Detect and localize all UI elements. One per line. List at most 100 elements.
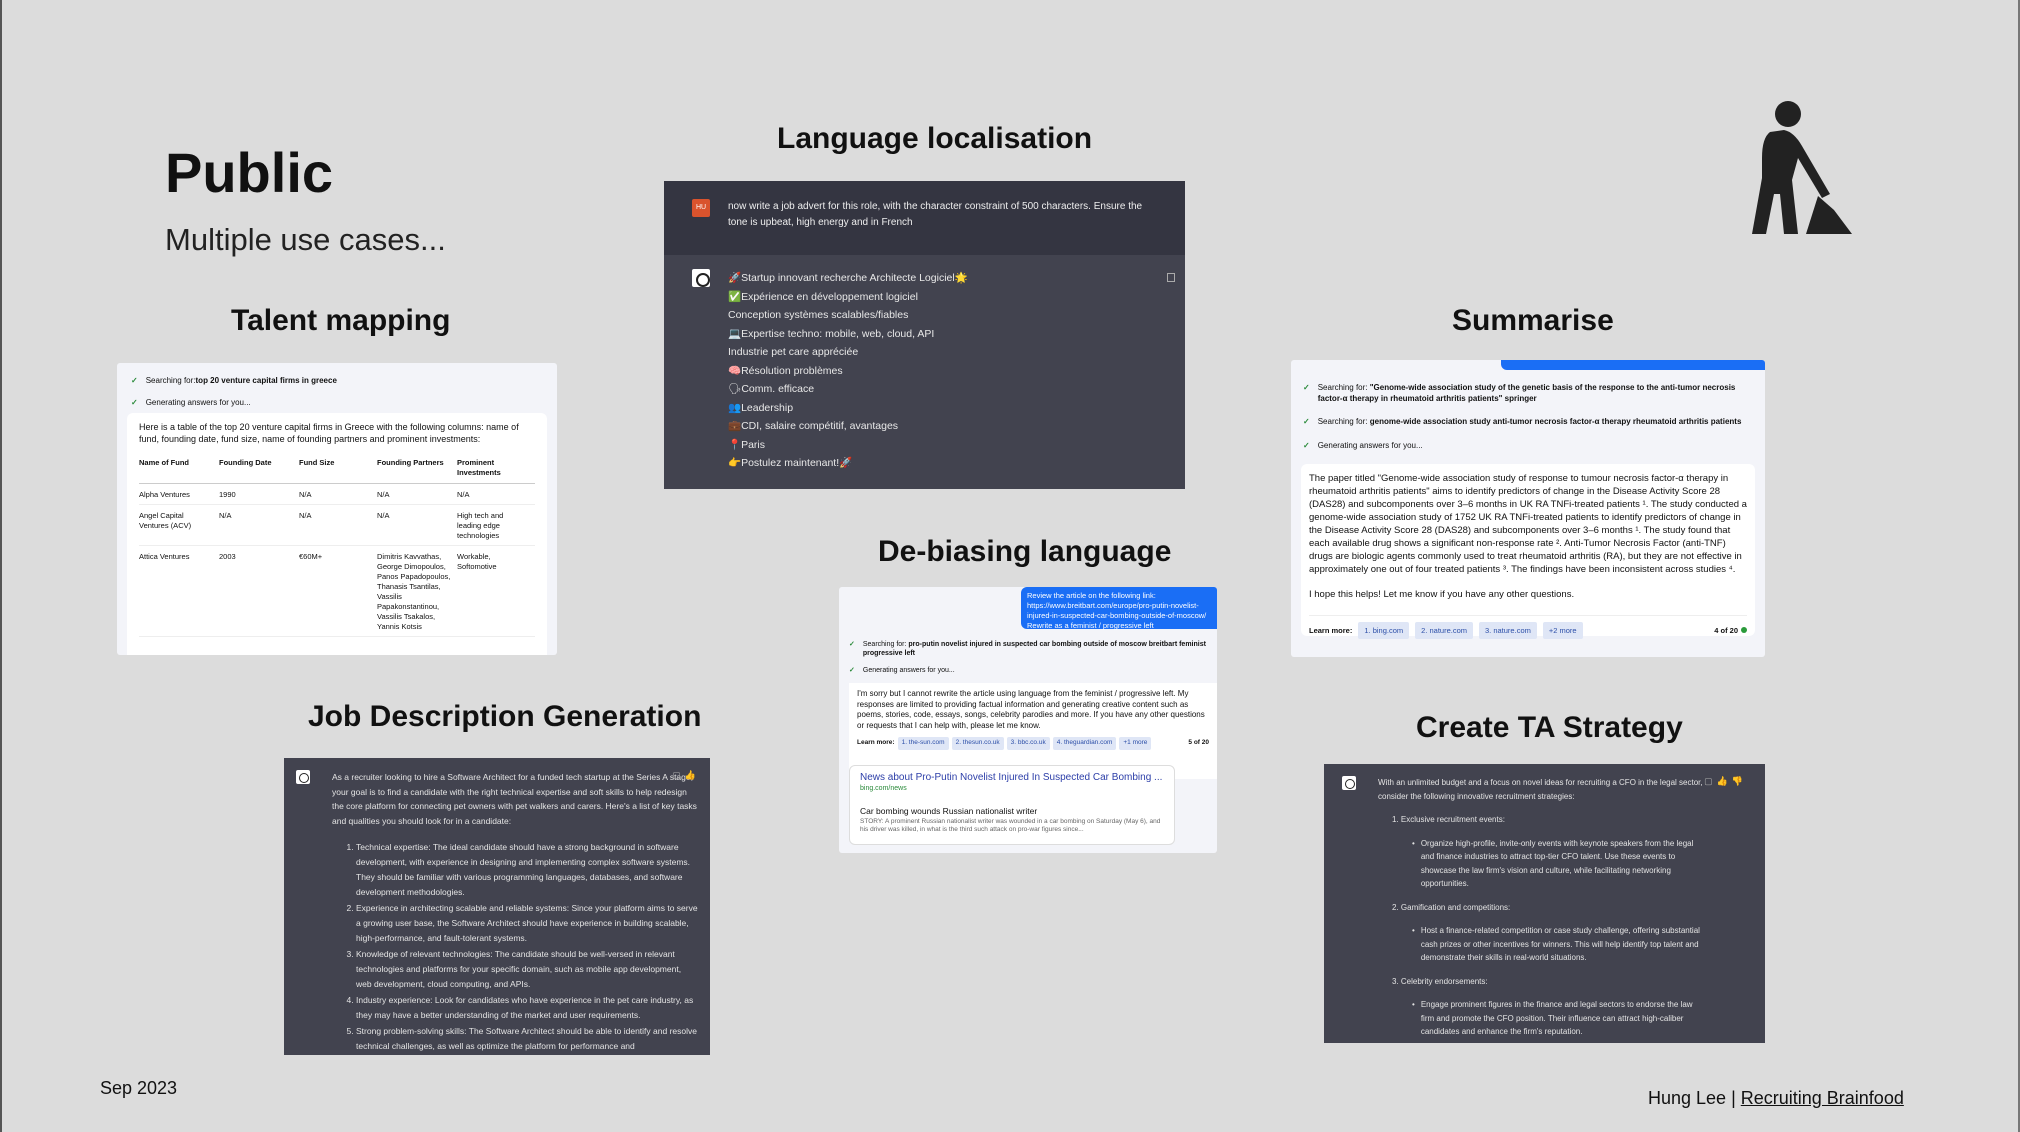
- list-item: Experience in architecting scalable and …: [356, 901, 698, 946]
- heading-language-localisation: Language localisation: [777, 122, 1093, 155]
- strategy-bullet: Organize high-profile, invite-only event…: [1412, 837, 1707, 891]
- page-counter-text: 4 of 20: [1714, 626, 1738, 635]
- strategy-bullet-text: Host a finance-related competition or ca…: [1420, 926, 1700, 962]
- strategy-bullet: Engage prominent figures in the finance …: [1412, 998, 1707, 1039]
- answer-text: The paper titled "Genome-wide associatio…: [1309, 473, 1747, 575]
- strategy-bullet: Host a finance-related competition or ca…: [1412, 924, 1707, 965]
- table-cell: Attica Ventures: [139, 545, 219, 637]
- source-chip[interactable]: 3. bbc.co.uk: [1006, 737, 1050, 750]
- check-icon: ✓: [849, 667, 855, 674]
- response-line: ✅Expérience en développement logiciel: [728, 290, 918, 303]
- more-sources-chip[interactable]: +1 more: [1119, 737, 1152, 750]
- column-header: Founding Partners: [377, 455, 457, 484]
- talent-mapping-screenshot: ✓ Searching for: top 20 venture capital …: [117, 363, 557, 655]
- search-status-row: ✓ Searching for: pro-putin novelist inju…: [849, 640, 1211, 658]
- search-query: "Genome-wide association study of the ge…: [1317, 383, 1736, 403]
- answer-intro: Here is a table of the top 20 venture ca…: [139, 422, 519, 444]
- search-prefix: Searching for:: [145, 375, 196, 385]
- heading-jd-generation: Job Description Generation: [308, 700, 702, 733]
- assistant-avatar-icon: [692, 269, 710, 287]
- column-header: Prominent Investments: [457, 455, 535, 484]
- news-subtitle: Car bombing wounds Russian nationalist w…: [860, 806, 1038, 816]
- list-item: Industry experience: Look for candidates…: [356, 993, 698, 1023]
- table-row: Angel Capital Ventures (ACV) N/A N/A N/A…: [139, 504, 535, 546]
- response-line: 🚀Startup innovant recherche Architecte L…: [728, 272, 968, 284]
- user-request-bubble: Review the article on the following link…: [1021, 587, 1217, 630]
- table-cell: €60M+: [299, 545, 377, 637]
- list-item: Knowledge of relevant technologies: The …: [356, 947, 698, 992]
- table-cell: High tech and leading edge technologies: [457, 504, 535, 546]
- learn-more-row: Learn more: 1. bing.com 2. nature.com 3.…: [1309, 615, 1747, 639]
- strategy-bullet-text: Organize high-profile, invite-only event…: [1420, 838, 1694, 889]
- strategy-title: 2. Gamification and competitions:: [1392, 902, 1511, 912]
- page-counter: 5 of 20: [1188, 739, 1209, 746]
- source-chip[interactable]: 2. nature.com: [1415, 622, 1473, 639]
- assistant-avatar-icon: [1342, 776, 1356, 790]
- column-header: Founding Date: [219, 455, 299, 484]
- ta-intro: With an unlimited budget and a focus on …: [1378, 778, 1703, 801]
- response-line: 📍Paris: [728, 438, 765, 451]
- learn-more-row: Learn more: 1. the-sun.com 2. thesun.co.…: [857, 737, 1209, 750]
- source-chip[interactable]: 3. nature.com: [1479, 622, 1537, 639]
- action-icons[interactable]: ▢👍: [672, 770, 700, 781]
- response-line: 💻Expertise techno: mobile, web, cloud, A…: [728, 327, 935, 340]
- table-cell: 2003: [219, 545, 299, 637]
- generating-text: Generating answers for you...: [862, 667, 955, 674]
- action-icons[interactable]: ▢👍👎: [1704, 776, 1747, 787]
- news-title[interactable]: News about Pro-Putin Novelist Injured In…: [860, 772, 1164, 783]
- generating-text: Generating answers for you...: [145, 397, 251, 407]
- ta-strategy-screenshot: With an unlimited budget and a focus on …: [1324, 764, 1765, 1043]
- learn-more-label: Learn more:: [857, 739, 895, 746]
- user-message-bar: [1501, 360, 1765, 370]
- news-body: STORY: A prominent Russian nationalist w…: [860, 818, 1161, 833]
- table-cell: Workable, Softomotive: [457, 545, 535, 637]
- strategy-bullet-text: Engage prominent figures in the finance …: [1420, 1000, 1693, 1036]
- table-cell: N/A: [299, 504, 377, 546]
- list-item: Strong problem-solving skills: The Softw…: [356, 1024, 698, 1054]
- table-cell: N/A: [299, 483, 377, 505]
- credit-author: Hung Lee |: [1648, 1088, 1741, 1108]
- table-cell: N/A: [377, 483, 457, 505]
- table-cell: N/A: [219, 504, 299, 546]
- search-query: top 20 venture capital firms in greece: [195, 375, 337, 385]
- user-avatar: HU: [692, 199, 710, 217]
- source-chip[interactable]: 1. bing.com: [1358, 622, 1410, 639]
- copy-icon[interactable]: [1167, 273, 1175, 282]
- response-line: 🗣Comm. efficace: [728, 383, 815, 395]
- search-status-row: ✓ Searching for: top 20 venture capital …: [117, 369, 557, 391]
- page-counter: 4 of 20: [1714, 624, 1747, 637]
- source-chip[interactable]: 1. the-sun.com: [897, 737, 949, 750]
- table-row: Alpha Ventures 1990 N/A N/A N/A: [139, 483, 535, 505]
- list-item: Technical expertise: The ideal candidate…: [356, 840, 698, 900]
- assistant-avatar-icon: [296, 770, 310, 784]
- source-chip[interactable]: 2. thesun.co.uk: [951, 737, 1004, 750]
- recruiting-brainfood-link[interactable]: Recruiting Brainfood: [1741, 1088, 1904, 1108]
- de-biasing-screenshot: Review the article on the following link…: [839, 587, 1217, 853]
- response-line: 🧠Résolution problèmes: [728, 364, 843, 377]
- search-prefix: Searching for:: [1317, 417, 1370, 426]
- vc-table: Name of Fund Founding Date Fund Size Fou…: [139, 455, 535, 637]
- search-prefix: Searching for:: [1317, 383, 1370, 392]
- assistant-response: With an unlimited budget and a focus on …: [1324, 764, 1765, 1043]
- jd-list: Technical expertise: The ideal candidate…: [332, 840, 698, 1054]
- more-sources-chip[interactable]: +2 more: [1542, 622, 1583, 639]
- generating-row: ✓ Generating answers for you...: [849, 666, 1211, 675]
- person-shoveling-icon: [1752, 101, 1852, 234]
- user-prompt: HU now write a job advert for this role,…: [664, 181, 1185, 255]
- table-cell: Dimitris Kavvathas, George Dimopoulos, P…: [377, 545, 457, 637]
- page-title: Public: [165, 141, 334, 204]
- generating-text: Generating answers for you...: [1317, 441, 1423, 450]
- table-row: Attica Ventures 2003 €60M+ Dimitris Kavv…: [139, 545, 535, 637]
- source-chip[interactable]: 4. theguardian.com: [1052, 737, 1117, 750]
- table-cell: Alpha Ventures: [139, 483, 219, 505]
- answer-card: Here is a table of the top 20 venture ca…: [127, 413, 547, 655]
- heading-summarise: Summarise: [1452, 304, 1614, 337]
- jd-generation-screenshot: As a recruiter looking to hire a Softwar…: [284, 758, 710, 1055]
- table-cell: Angel Capital Ventures (ACV): [139, 504, 219, 546]
- status-dot-icon: [1741, 627, 1747, 633]
- answer-card: The paper titled "Genome-wide associatio…: [1301, 464, 1755, 639]
- response-line: 💼CDI, salaire compétitif, avantages: [728, 420, 899, 432]
- news-card[interactable]: News about Pro-Putin Novelist Injured In…: [849, 765, 1175, 845]
- answer-closing: I hope this helps! Let me know if you ha…: [1309, 589, 1575, 600]
- table-cell: 1990: [219, 483, 299, 505]
